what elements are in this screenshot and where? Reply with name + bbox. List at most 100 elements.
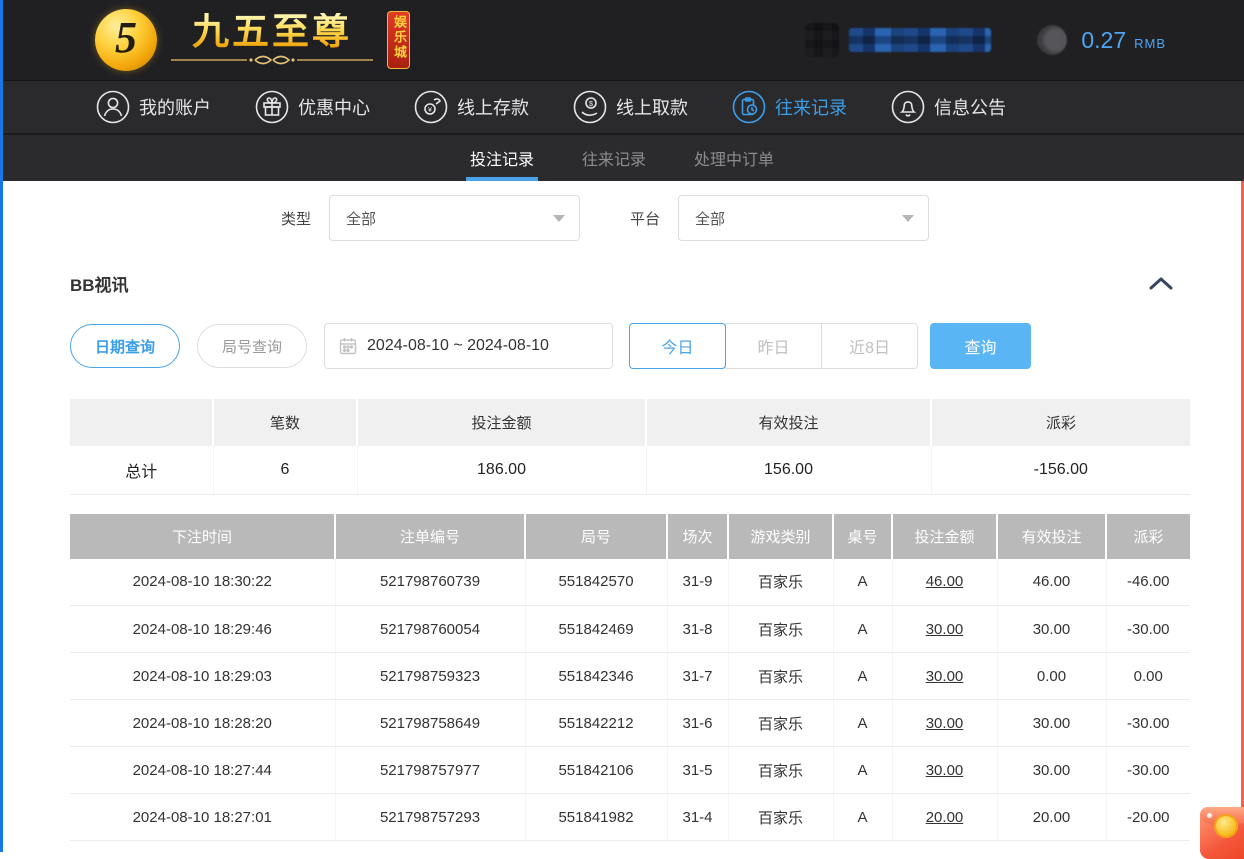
gold-coin-icon bbox=[1214, 814, 1238, 838]
yesterday-button[interactable]: 昨日 bbox=[725, 323, 822, 369]
last-8-days-button[interactable]: 近8日 bbox=[821, 323, 918, 369]
cell-bet-amount[interactable]: 30.00 bbox=[892, 747, 997, 794]
section-header: BB视讯 bbox=[70, 271, 1174, 295]
cell-order-no: 521798759323 bbox=[335, 653, 525, 700]
bet-table-header-row: 下注时间 注单编号 局号 场次 游戏类别 桌号 投注金额 有效投注 派彩 bbox=[70, 514, 1190, 559]
cell-order-no: 521798760054 bbox=[335, 606, 525, 653]
cell-bet-time: 2024-08-10 18:30:22 bbox=[70, 559, 335, 606]
caret-down-icon bbox=[553, 215, 565, 222]
site-logo[interactable]: 5 九五至尊 娱乐城 bbox=[95, 9, 410, 71]
cell-bet-amount[interactable]: 30.00 bbox=[892, 606, 997, 653]
tab-pending-orders[interactable]: 处理中订单 bbox=[692, 135, 776, 181]
chevron-up-icon bbox=[1148, 275, 1174, 291]
platform-filter-label: 平台 bbox=[630, 208, 660, 229]
balance-amount[interactable]: 0.27 bbox=[1081, 27, 1126, 54]
content: 类型 全部 平台 全部 BB视讯 日期查询 局号查询 2024-08-10 ~ … bbox=[0, 195, 1244, 841]
cell-table-no: A bbox=[833, 794, 892, 841]
cell-session: 31-9 bbox=[667, 559, 728, 606]
cell-valid-bet: 30.00 bbox=[997, 606, 1106, 653]
username-censored[interactable] bbox=[849, 28, 991, 52]
cell-game-type: 百家乐 bbox=[728, 747, 833, 794]
logo-coin-icon: 5 bbox=[95, 9, 157, 71]
cell-payout: 0.00 bbox=[1106, 653, 1190, 700]
balance-currency: RMB bbox=[1134, 30, 1166, 51]
nav-item-announcements[interactable]: 信息公告 bbox=[891, 90, 1006, 124]
cell-payout: -30.00 bbox=[1106, 747, 1190, 794]
cell-order-no: 521798757977 bbox=[335, 747, 525, 794]
cell-bet-time: 2024-08-10 18:27:44 bbox=[70, 747, 335, 794]
query-toolbar: 日期查询 局号查询 2024-08-10 ~ 2024-08-10 今日 昨日 … bbox=[70, 323, 1174, 369]
cell-table-no: A bbox=[833, 653, 892, 700]
nav-item-withdraw[interactable]: $ 线上取款 bbox=[573, 90, 688, 124]
search-button[interactable]: 查询 bbox=[930, 323, 1031, 369]
cell-bet-amount[interactable]: 20.00 bbox=[892, 794, 997, 841]
cell-session: 31-5 bbox=[667, 747, 728, 794]
cell-round-no: 551841982 bbox=[525, 794, 667, 841]
cell-valid-bet: 30.00 bbox=[997, 700, 1106, 747]
tab-bet-records[interactable]: 投注记录 bbox=[468, 135, 536, 181]
gift-icon bbox=[255, 90, 289, 124]
user-area: 0.27 RMB bbox=[805, 23, 1166, 57]
deposit-icon: ¥ bbox=[414, 90, 448, 124]
platform-select[interactable]: 全部 bbox=[678, 195, 929, 241]
tab-transaction-records[interactable]: 往来记录 bbox=[580, 135, 648, 181]
cell-payout: -20.00 bbox=[1106, 794, 1190, 841]
collapse-section-button[interactable] bbox=[1148, 275, 1174, 291]
header-payout: 派彩 bbox=[1106, 514, 1190, 559]
summary-header-count: 笔数 bbox=[213, 399, 357, 446]
today-button[interactable]: 今日 bbox=[629, 323, 726, 369]
coin-icon-censored bbox=[1037, 25, 1067, 55]
nav-item-transaction-records[interactable]: 往来记录 bbox=[732, 90, 847, 124]
header-order-no: 注单编号 bbox=[335, 514, 525, 559]
user-icon bbox=[96, 90, 130, 124]
cell-valid-bet: 0.00 bbox=[997, 653, 1106, 700]
cell-round-no: 551842212 bbox=[525, 700, 667, 747]
red-envelope-widget[interactable] bbox=[1200, 807, 1244, 859]
cell-payout: -46.00 bbox=[1106, 559, 1190, 606]
cell-game-type: 百家乐 bbox=[728, 559, 833, 606]
logo-flourish-ornament bbox=[167, 53, 377, 67]
user-avatar-censored[interactable] bbox=[805, 23, 839, 57]
nav-item-promotions[interactable]: 优惠中心 bbox=[255, 90, 370, 124]
cell-order-no: 521798757293 bbox=[335, 794, 525, 841]
summary-payout: -156.00 bbox=[931, 446, 1190, 494]
type-select[interactable]: 全部 bbox=[329, 195, 580, 241]
summary-table: 笔数 投注金额 有效投注 派彩 总计 6 186.00 156.00 -156.… bbox=[70, 399, 1190, 495]
table-row: 2024-08-10 18:28:20521798758649551842212… bbox=[70, 700, 1190, 747]
summary-bet-amount: 186.00 bbox=[357, 446, 646, 494]
cell-table-no: A bbox=[833, 606, 892, 653]
main-nav: 我的账户 优惠中心 ¥ 线上存款 $ 线上取款 往来记录 信息公告 bbox=[0, 80, 1244, 133]
date-range-picker[interactable]: 2024-08-10 ~ 2024-08-10 bbox=[324, 323, 613, 369]
calendar-icon bbox=[339, 337, 357, 355]
table-row: 2024-08-10 18:29:03521798759323551842346… bbox=[70, 653, 1190, 700]
cell-payout: -30.00 bbox=[1106, 606, 1190, 653]
cell-bet-amount[interactable]: 46.00 bbox=[892, 559, 997, 606]
cell-bet-amount[interactable]: 30.00 bbox=[892, 653, 997, 700]
record-tabs: 投注记录 往来记录 处理中订单 bbox=[0, 133, 1244, 181]
window-edge-left bbox=[0, 0, 3, 852]
cell-valid-bet: 30.00 bbox=[997, 747, 1106, 794]
cell-session: 31-4 bbox=[667, 794, 728, 841]
bet-records-table: 下注时间 注单编号 局号 场次 游戏类别 桌号 投注金额 有效投注 派彩 202… bbox=[70, 514, 1190, 842]
cell-table-no: A bbox=[833, 559, 892, 606]
cell-table-no: A bbox=[833, 700, 892, 747]
round-query-button[interactable]: 局号查询 bbox=[197, 324, 307, 368]
header-session: 场次 bbox=[667, 514, 728, 559]
summary-total-row: 总计 6 186.00 156.00 -156.00 bbox=[70, 446, 1190, 494]
cell-round-no: 551842106 bbox=[525, 747, 667, 794]
summary-total-label: 总计 bbox=[70, 446, 213, 494]
top-header: 5 九五至尊 娱乐城 0.27 RMB bbox=[0, 0, 1244, 80]
cell-bet-amount[interactable]: 30.00 bbox=[892, 700, 997, 747]
nav-item-deposit[interactable]: ¥ 线上存款 bbox=[414, 90, 529, 124]
cell-valid-bet: 46.00 bbox=[997, 559, 1106, 606]
table-row: 2024-08-10 18:27:01521798757293551841982… bbox=[70, 794, 1190, 841]
date-query-button[interactable]: 日期查询 bbox=[70, 324, 180, 368]
logo-title: 九五至尊 bbox=[192, 13, 352, 52]
cell-session: 31-7 bbox=[667, 653, 728, 700]
nav-item-my-account[interactable]: 我的账户 bbox=[96, 90, 211, 124]
summary-header-row: 笔数 投注金额 有效投注 派彩 bbox=[70, 399, 1190, 446]
caret-down-icon bbox=[902, 215, 914, 222]
header-game-type: 游戏类别 bbox=[728, 514, 833, 559]
header-bet-time: 下注时间 bbox=[70, 514, 335, 559]
cell-game-type: 百家乐 bbox=[728, 606, 833, 653]
